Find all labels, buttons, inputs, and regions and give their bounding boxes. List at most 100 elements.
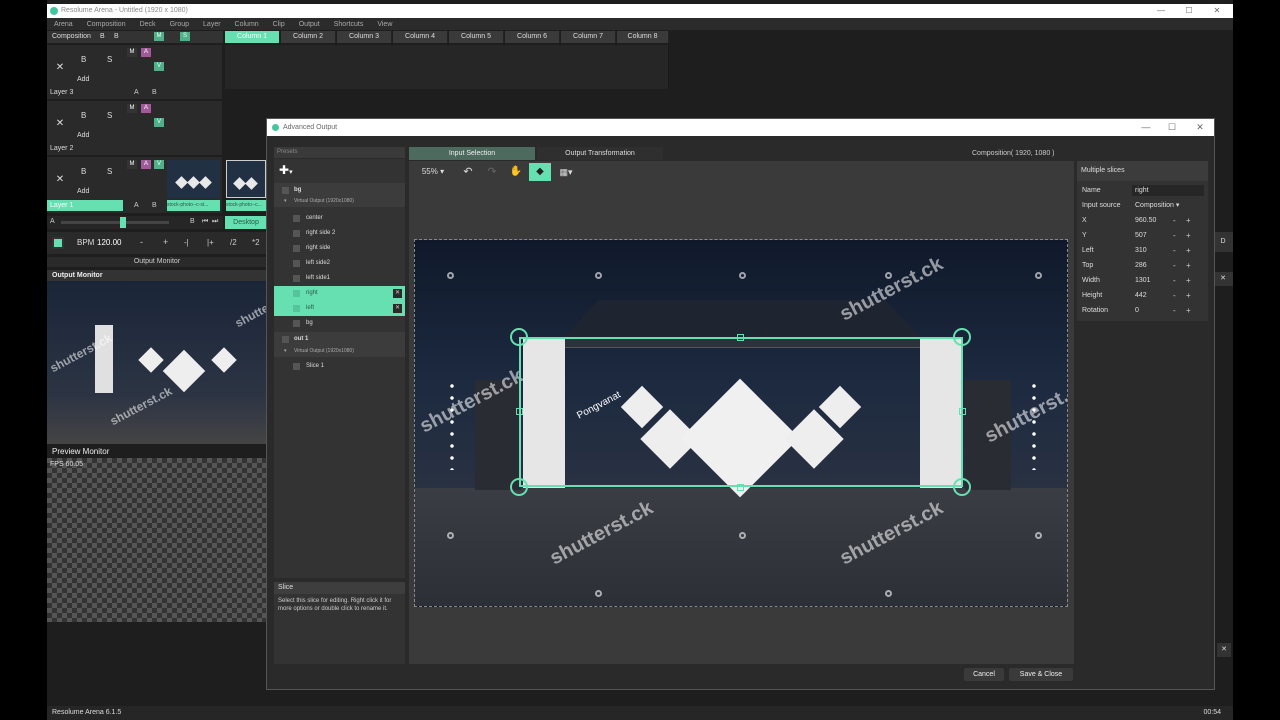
edit-slice-icon[interactable]: ◆ [529,163,551,181]
bpm-nudge-down-button[interactable]: -| [184,238,189,247]
increment-button[interactable]: + [1186,228,1191,243]
hand-pan-icon[interactable]: ✋ [507,163,525,181]
column-header-3[interactable]: Column 3 [337,31,392,43]
corner-handle-top-left[interactable] [510,328,528,346]
layer-bypass-button[interactable]: B [81,55,86,64]
decrement-button[interactable]: - [1173,228,1176,243]
zoom-select[interactable]: 55% ▾ [413,163,453,181]
tree-output-out1[interactable]: ▾ Virtual Output (1920x1080) [274,345,405,357]
menu-clip[interactable]: Clip [266,21,292,28]
next-clip-icon[interactable]: ⏭ [212,218,218,226]
layer-v-button[interactable]: V [154,118,164,127]
tree-slice-left-side1[interactable]: left side1 [274,271,405,286]
deck-tab[interactable]: Desktop [225,216,267,229]
menu-deck[interactable]: Deck [133,21,163,28]
redo-icon[interactable]: ↷ [483,163,501,181]
cancel-button[interactable]: Cancel [964,668,1004,681]
composition-solo[interactable]: S [180,32,190,41]
corner-handle-bottom-left[interactable] [510,478,528,496]
increment-button[interactable]: + [1186,273,1191,288]
corner-handle-bottom-right[interactable] [953,478,971,496]
tap-icon[interactable] [52,237,64,249]
input-source-select[interactable]: Composition ▾ [1135,198,1179,213]
column-header-5[interactable]: Column 5 [449,31,504,43]
menu-composition[interactable]: Composition [80,21,133,28]
menu-shortcuts[interactable]: Shortcuts [327,21,371,28]
layer-solo-button[interactable]: S [107,167,112,176]
layer-v-button[interactable]: V [154,62,164,71]
layer-name[interactable]: Layer 2 [50,145,73,152]
layer-solo-button[interactable]: S [107,55,112,64]
layer-crossfade-a[interactable]: A [134,202,139,209]
increment-button[interactable]: + [1186,258,1191,273]
layer-crossfade-a[interactable]: A [134,89,139,96]
remove-slice-icon[interactable]: ✕ [393,289,402,298]
tree-slice-left[interactable]: left ✕ [274,301,405,316]
bpm-half-button[interactable]: /2 [230,238,237,247]
column-header-2[interactable]: Column 2 [281,31,336,43]
menu-layer[interactable]: Layer [196,21,228,28]
maximize-icon[interactable]: ☐ [1158,119,1186,136]
tree-checkbox[interactable] [293,320,300,327]
bpm-double-button[interactable]: *2 [252,238,260,247]
menu-output[interactable]: Output [292,21,327,28]
tree-slice-right-side-2[interactable]: right side 2 [274,226,405,241]
layer-add-label[interactable]: Add [77,188,89,195]
remove-slice-icon[interactable]: ✕ [393,304,402,313]
composition-b-button[interactable]: B [114,31,119,43]
layer-solo-button[interactable]: S [107,111,112,120]
layer-bypass-button[interactable]: B [81,167,86,176]
layer-v-button[interactable]: V [154,160,164,169]
layer-m-button[interactable]: M [127,104,137,113]
clip-label-2[interactable]: stock-photo--c... [226,200,266,211]
bpm-nudge-up-button[interactable]: |+ [207,238,214,247]
tree-checkbox[interactable] [282,336,289,343]
layer-name-active[interactable]: Layer 1 [47,200,123,211]
column-header-8[interactable]: Column 8 [617,31,669,43]
crossfader-track[interactable] [61,221,169,224]
clip-thumbnail-1[interactable] [167,160,220,198]
maximize-icon[interactable]: ☐ [1175,4,1203,18]
decrement-button[interactable]: - [1173,273,1176,288]
column-header-4[interactable]: Column 4 [393,31,448,43]
height-value[interactable]: 442 [1135,288,1147,303]
collapse-icon[interactable]: ▾ [284,195,287,207]
menu-view[interactable]: View [370,21,399,28]
add-slice-icon[interactable]: ✚▾ [279,163,293,177]
close-icon[interactable]: ✕ [1186,119,1214,136]
rotation-value[interactable]: 0 [1135,303,1139,318]
bpm-minus-button[interactable]: - [140,237,143,247]
composition-mute[interactable]: M [154,32,164,41]
increment-button[interactable]: + [1186,303,1191,318]
tree-output-bg[interactable]: ▾ Virtual Output (1920x1080) [274,195,405,207]
clip-label-1[interactable]: stock-photo--c-st... [167,200,220,211]
minimize-icon[interactable]: — [1132,119,1160,136]
x-value[interactable]: 960.50 [1135,213,1156,228]
composition-label[interactable]: Composition [52,31,91,43]
panel-close-button[interactable]: ✕ [1213,272,1233,286]
composition-bypass[interactable]: B [100,31,105,43]
corner-handle-top-right[interactable] [953,328,971,346]
tree-checkbox[interactable] [293,215,300,222]
decrement-button[interactable]: - [1173,258,1176,273]
y-value[interactable]: 507 [1135,228,1147,243]
undo-icon[interactable]: ↶ [459,163,477,181]
edge-handle-bottom[interactable] [737,484,744,491]
clip-thumbnail-2[interactable] [226,160,266,198]
output-monitor-tab[interactable]: Output Monitor [47,257,267,267]
close-icon[interactable]: ✕ [1203,4,1231,18]
tree-slice-1[interactable]: Slice 1 [274,359,405,374]
layer-crossfade-b[interactable]: B [152,89,157,96]
tree-checkbox[interactable] [293,245,300,252]
input-canvas[interactable]: shutterst.ck shutterst.ck shutterst.ck s… [414,239,1068,607]
layer-crossfade-b[interactable]: B [152,202,157,209]
dashboard-button[interactable]: D [1213,232,1233,252]
tree-checkbox[interactable] [293,305,300,312]
tab-input-selection[interactable]: Input Selection [409,147,535,160]
left-value[interactable]: 310 [1135,243,1147,258]
prev-clip-icon[interactable]: ⏮ [202,218,208,226]
tree-checkbox[interactable] [282,187,289,194]
tree-slice-right[interactable]: right ✕ [274,286,405,301]
layer-add-label[interactable]: Add [77,132,89,139]
increment-button[interactable]: + [1186,213,1191,228]
